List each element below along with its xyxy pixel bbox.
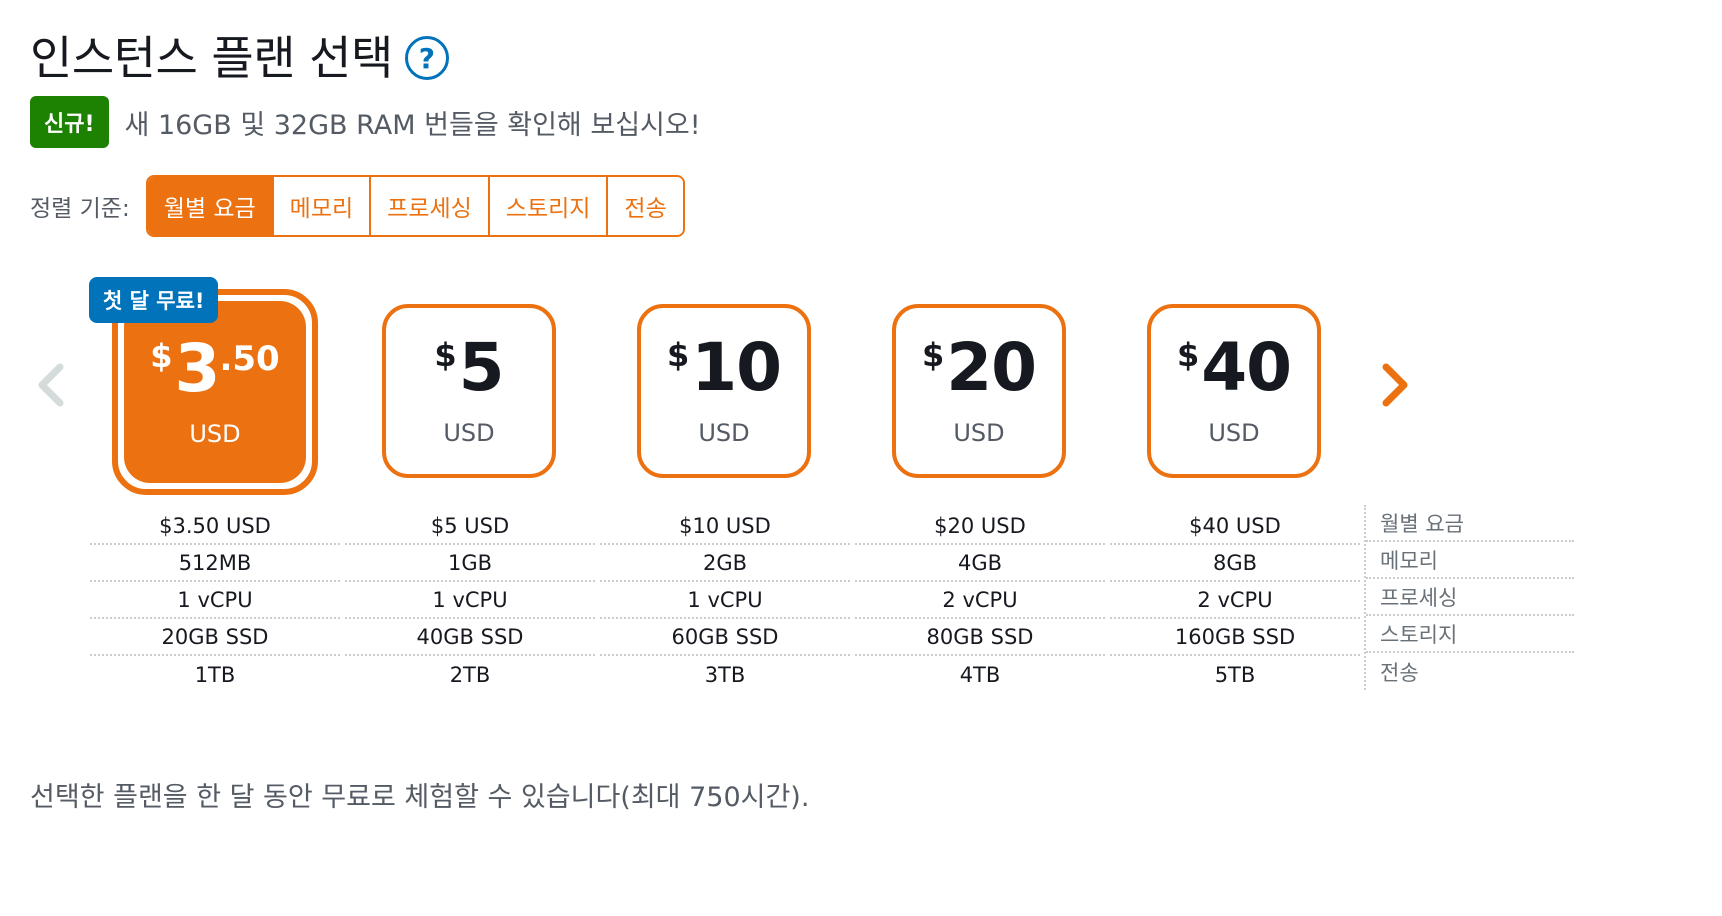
announcement-text: 새 16GB 및 32GB RAM 번들을 확인해 보십시오! bbox=[124, 109, 701, 141]
spec-column: $5 USD 1GB 1 vCPU 40GB SSD 2TB bbox=[345, 508, 595, 693]
plan-unit: USD bbox=[189, 420, 241, 448]
plan-unit: USD bbox=[1208, 419, 1260, 447]
spec-processing: 1 vCPU bbox=[600, 582, 850, 619]
plan-card[interactable]: $ 40 USD bbox=[1147, 304, 1321, 478]
free-trial-note: 선택한 플랜을 한 달 동안 무료로 체험할 수 있습니다(최대 750시간). bbox=[30, 782, 810, 813]
plan-price: $ 20 bbox=[921, 329, 1037, 406]
chevron-left-icon[interactable] bbox=[20, 345, 80, 425]
plan-card-wrapper: $ 40 USD bbox=[1147, 304, 1321, 478]
sort-option-storage[interactable]: 스토리지 bbox=[489, 177, 609, 235]
plan-card[interactable]: $ 5 USD bbox=[382, 304, 556, 478]
spec-processing: 1 vCPU bbox=[345, 582, 595, 619]
plan-unit: USD bbox=[953, 419, 1005, 447]
spec-storage: 20GB SSD bbox=[90, 619, 340, 656]
announcement: 신규! 새 16GB 및 32GB RAM 번들을 확인해 보십시오! bbox=[30, 96, 701, 148]
spec-memory: 4GB bbox=[855, 545, 1105, 582]
spec-column: $3.50 USD 512MB 1 vCPU 20GB SSD 1TB bbox=[90, 508, 340, 693]
spec-transfer: 3TB bbox=[704, 662, 746, 687]
new-badge: 신규! bbox=[30, 96, 109, 148]
sort-option-monthly-price[interactable]: 월별 요금 bbox=[147, 177, 274, 235]
plan-price: $ 3 .50 bbox=[150, 336, 279, 402]
plan-amount: 20 bbox=[946, 329, 1037, 406]
title-row: 인스턴스 플랜 선택 ? bbox=[30, 22, 449, 88]
plan-unit: USD bbox=[443, 419, 495, 447]
spec-column: $40 USD 8GB 2 vCPU 160GB SSD 5TB bbox=[1110, 508, 1360, 693]
plan-currency: $ bbox=[666, 336, 690, 374]
plan-currency: $ bbox=[150, 337, 173, 375]
page-title: 인스턴스 플랜 선택 bbox=[30, 31, 393, 85]
plan-currency: $ bbox=[1176, 336, 1200, 374]
spec-column: $10 USD 2GB 1 vCPU 60GB SSD 3TB bbox=[600, 508, 850, 693]
question-circle-icon[interactable]: ? bbox=[404, 36, 449, 80]
plan-cents: .50 bbox=[219, 339, 280, 379]
spec-storage: 60GB SSD bbox=[600, 619, 850, 656]
free-first-month-badge: 첫 달 무료! bbox=[89, 277, 219, 323]
spec-processing: 1 vCPU bbox=[90, 582, 340, 619]
spec-monthly-price: $5 USD bbox=[345, 508, 595, 545]
plan-amount: 40 bbox=[1201, 329, 1292, 406]
instance-plan-page: 인스턴스 플랜 선택 ? 신규! 새 16GB 및 32GB RAM 번들을 확… bbox=[0, 0, 1722, 916]
spec-processing: 2 vCPU bbox=[855, 582, 1105, 619]
plan-amount: 5 bbox=[458, 329, 505, 406]
plan-amount: 10 bbox=[691, 329, 782, 406]
plan-amount: 3 bbox=[174, 330, 221, 407]
plan-unit: USD bbox=[698, 419, 750, 447]
spec-label-column: 월별 요금 메모리 프로세싱 스토리지 전송 bbox=[1364, 505, 1574, 690]
spec-label-storage: 스토리지 bbox=[1366, 616, 1574, 653]
spec-memory: 2GB bbox=[600, 545, 850, 582]
spec-transfer: 1TB bbox=[194, 662, 236, 687]
sort-row: 정렬 기준: 월별 요금 메모리 프로세싱 스토리지 전송 bbox=[30, 175, 685, 237]
sort-label: 정렬 기준: bbox=[30, 196, 130, 222]
plan-card[interactable]: $ 10 USD bbox=[637, 304, 811, 478]
sort-option-memory[interactable]: 메모리 bbox=[273, 177, 372, 235]
spec-column: $20 USD 4GB 2 vCPU 80GB SSD 4TB bbox=[855, 508, 1105, 693]
plan-card-wrapper: $ 20 USD bbox=[892, 304, 1066, 478]
spec-transfer: 2TB bbox=[449, 662, 491, 687]
plan-price: $ 10 bbox=[666, 329, 782, 406]
spec-storage: 40GB SSD bbox=[345, 619, 595, 656]
sort-option-transfer[interactable]: 전송 bbox=[608, 177, 683, 235]
spec-monthly-price: $20 USD bbox=[855, 508, 1105, 545]
plan-card-body: $ 3 .50 USD bbox=[124, 301, 306, 483]
chevron-right-icon[interactable] bbox=[1366, 345, 1426, 425]
plan-price: $ 40 bbox=[1176, 329, 1292, 406]
spec-label-memory: 메모리 bbox=[1366, 542, 1574, 579]
spec-memory: 512MB bbox=[90, 545, 340, 582]
spec-label-monthly-price: 월별 요금 bbox=[1366, 505, 1574, 542]
spec-label-transfer: 전송 bbox=[1380, 660, 1419, 685]
sort-option-processing[interactable]: 프로세싱 bbox=[371, 177, 490, 235]
spec-monthly-price: $3.50 USD bbox=[90, 508, 340, 545]
plan-card[interactable]: $ 20 USD bbox=[892, 304, 1066, 478]
spec-storage: 160GB SSD bbox=[1110, 619, 1360, 656]
spec-transfer: 4TB bbox=[959, 662, 1001, 687]
plan-card-wrapper: $ 10 USD bbox=[637, 304, 811, 478]
spec-processing: 2 vCPU bbox=[1110, 582, 1360, 619]
spec-monthly-price: $40 USD bbox=[1110, 508, 1360, 545]
plan-currency: $ bbox=[434, 336, 457, 374]
spec-monthly-price: $10 USD bbox=[600, 508, 850, 545]
spec-memory: 8GB bbox=[1110, 545, 1360, 582]
plan-card-wrapper: $ 5 USD bbox=[382, 304, 556, 478]
spec-transfer: 5TB bbox=[1214, 662, 1256, 687]
spec-memory: 1GB bbox=[345, 545, 595, 582]
plan-price: $ 5 bbox=[434, 329, 505, 406]
plan-currency: $ bbox=[921, 336, 945, 374]
spec-label-processing: 프로세싱 bbox=[1366, 579, 1574, 616]
sort-segmented-control: 월별 요금 메모리 프로세싱 스토리지 전송 bbox=[145, 175, 685, 237]
spec-storage: 80GB SSD bbox=[855, 619, 1105, 656]
